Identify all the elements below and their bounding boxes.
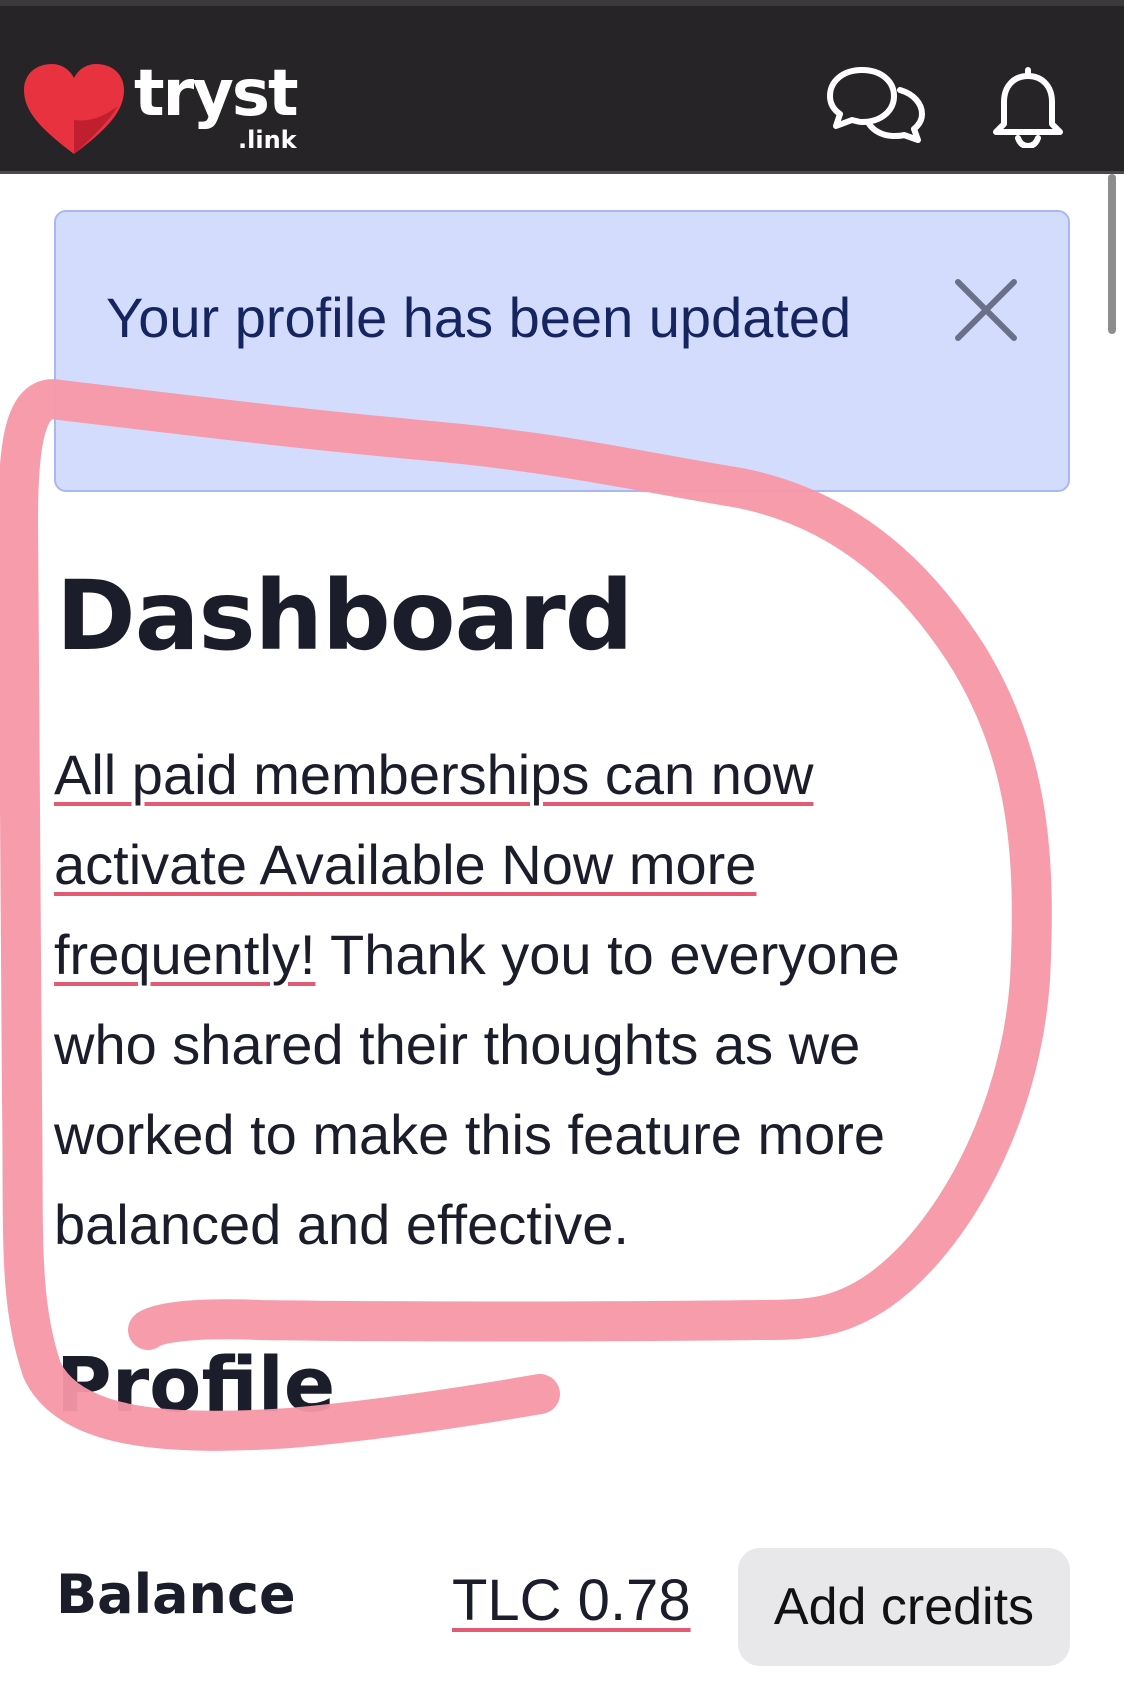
alert-close-button[interactable]	[950, 274, 1022, 346]
chat-bubbles-icon	[827, 67, 925, 143]
notifications-button[interactable]	[990, 64, 1066, 150]
announcement-text: All paid memberships can now activate Av…	[54, 730, 984, 1270]
top-navigation-bar: tryst .link	[0, 0, 1124, 174]
logo-wordmark: tryst	[134, 57, 299, 131]
messages-button[interactable]	[826, 64, 926, 148]
profile-section-title: Profile	[56, 1340, 336, 1429]
alert-message: Your profile has been updated	[106, 286, 852, 349]
tryst-logo[interactable]: tryst .link	[22, 56, 322, 166]
close-icon	[955, 279, 1017, 341]
app-viewport: tryst .link Your profile has been update…	[0, 0, 1124, 1681]
add-credits-button[interactable]: Add credits	[738, 1548, 1070, 1666]
page-title: Dashboard	[56, 560, 633, 672]
balance-value-link[interactable]: TLC 0.78	[452, 1566, 691, 1636]
bell-icon	[993, 67, 1063, 150]
balance-label: Balance	[56, 1563, 296, 1626]
profile-updated-alert: Your profile has been updated	[54, 210, 1070, 492]
page-scrollbar[interactable]	[1108, 174, 1116, 334]
heart-logo-icon	[24, 64, 124, 154]
logo-tld: .link	[238, 126, 297, 154]
